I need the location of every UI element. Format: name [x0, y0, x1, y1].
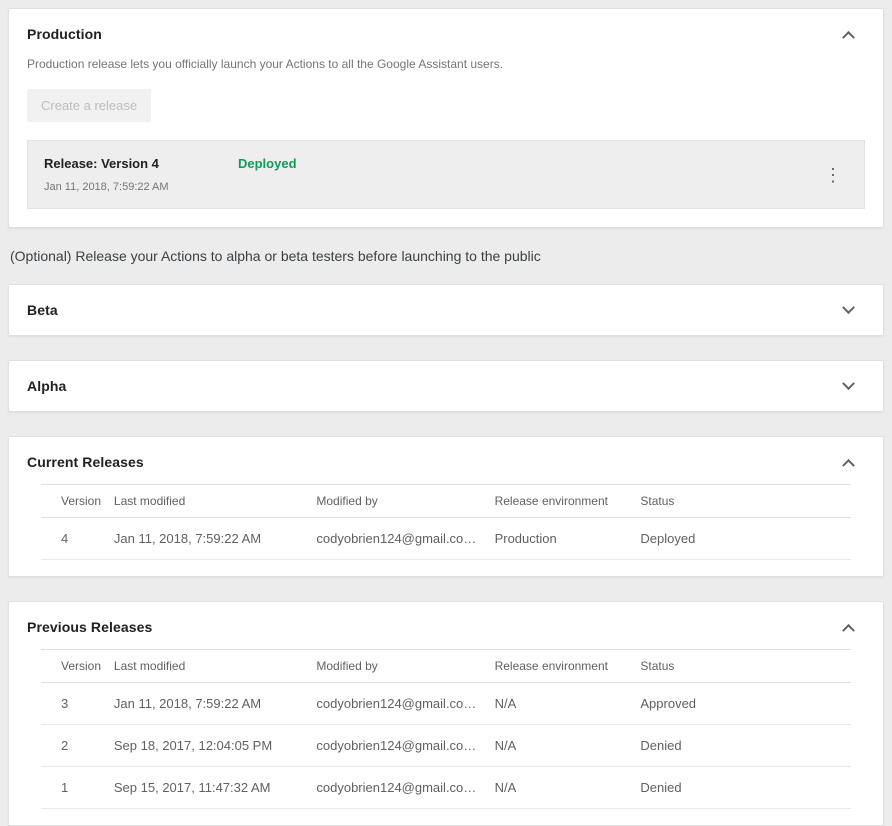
- column-header: Status: [640, 485, 851, 518]
- optional-note: (Optional) Release your Actions to alpha…: [10, 248, 882, 264]
- release-page: Production Production release lets you o…: [0, 0, 892, 826]
- table-cell: codyobrien124@gmail.co…: [316, 725, 494, 767]
- column-header: Last modified: [114, 650, 317, 683]
- release-date: Jan 11, 2018, 7:59:22 AM: [44, 181, 297, 193]
- table-cell: Sep 18, 2017, 12:04:05 PM: [114, 725, 317, 767]
- table-cell: Jan 11, 2018, 7:59:22 AM: [114, 683, 317, 725]
- current-releases-table: VersionLast modifiedModified byRelease e…: [41, 484, 851, 560]
- table-cell: 1: [41, 767, 114, 809]
- beta-card: Beta: [8, 284, 884, 336]
- release-top-line: Release: Version 4 Deployed: [44, 156, 297, 171]
- chevron-up-icon[interactable]: [842, 623, 855, 636]
- alpha-title: Alpha: [27, 378, 66, 394]
- table-cell: 2: [41, 725, 114, 767]
- current-releases-title: Current Releases: [27, 454, 144, 470]
- current-releases-card: Current Releases VersionLast modifiedMod…: [8, 436, 884, 577]
- table-row: 2Sep 18, 2017, 12:04:05 PMcodyobrien124@…: [41, 725, 851, 767]
- alpha-card: Alpha: [8, 360, 884, 412]
- production-card-header: Production: [9, 9, 883, 42]
- table-cell: codyobrien124@gmail.co…: [316, 683, 494, 725]
- current-releases-header: Current Releases: [9, 437, 883, 470]
- release-title: Release: Version 4: [44, 156, 238, 171]
- table-cell: codyobrien124@gmail.co…: [316, 518, 494, 560]
- production-description: Production release lets you officially l…: [9, 42, 883, 71]
- table-cell: N/A: [495, 725, 641, 767]
- column-header: Status: [640, 650, 851, 683]
- beta-title: Beta: [27, 302, 58, 318]
- table-row: 3Jan 11, 2018, 7:59:22 AMcodyobrien124@g…: [41, 683, 851, 725]
- alpha-card-header[interactable]: Alpha: [9, 361, 883, 411]
- column-header: Release environment: [495, 650, 641, 683]
- chevron-up-icon[interactable]: [842, 458, 855, 471]
- table-header-row: VersionLast modifiedModified byRelease e…: [41, 650, 851, 683]
- production-card: Production Production release lets you o…: [8, 8, 884, 228]
- table-cell: Jan 11, 2018, 7:59:22 AM: [114, 518, 317, 560]
- table-cell: Production: [495, 518, 641, 560]
- release-status-badge: Deployed: [238, 156, 297, 171]
- table-cell: Sep 15, 2017, 11:47:32 AM: [114, 767, 317, 809]
- table-cell: Denied: [640, 725, 851, 767]
- column-header: Modified by: [316, 485, 494, 518]
- table-cell: codyobrien124@gmail.co…: [316, 767, 494, 809]
- table-cell: Approved: [640, 683, 851, 725]
- table-cell: N/A: [495, 767, 641, 809]
- table-header-row: VersionLast modifiedModified byRelease e…: [41, 485, 851, 518]
- table-row: 4Jan 11, 2018, 7:59:22 AMcodyobrien124@g…: [41, 518, 851, 560]
- column-header: Version: [41, 485, 114, 518]
- previous-releases-header: Previous Releases: [9, 602, 883, 635]
- table-cell: Deployed: [640, 518, 851, 560]
- table-cell: 3: [41, 683, 114, 725]
- previous-releases-table: VersionLast modifiedModified byRelease e…: [41, 649, 851, 809]
- chevron-down-icon[interactable]: [842, 377, 855, 390]
- column-header: Version: [41, 650, 114, 683]
- release-row: Release: Version 4 Deployed Jan 11, 2018…: [27, 140, 865, 209]
- beta-card-header[interactable]: Beta: [9, 285, 883, 335]
- column-header: Release environment: [495, 485, 641, 518]
- previous-releases-card: Previous Releases VersionLast modifiedMo…: [8, 601, 884, 826]
- release-main: Release: Version 4 Deployed Jan 11, 2018…: [44, 156, 297, 193]
- chevron-down-icon[interactable]: [842, 301, 855, 314]
- previous-releases-title: Previous Releases: [27, 619, 152, 635]
- table-row: 1Sep 15, 2017, 11:47:32 AMcodyobrien124@…: [41, 767, 851, 809]
- create-release-button[interactable]: Create a release: [27, 89, 151, 122]
- table-cell: N/A: [495, 683, 641, 725]
- kebab-menu-icon[interactable]: ⋮: [818, 164, 848, 186]
- production-title: Production: [27, 26, 102, 42]
- column-header: Last modified: [114, 485, 317, 518]
- table-cell: 4: [41, 518, 114, 560]
- column-header: Modified by: [316, 650, 494, 683]
- table-cell: Denied: [640, 767, 851, 809]
